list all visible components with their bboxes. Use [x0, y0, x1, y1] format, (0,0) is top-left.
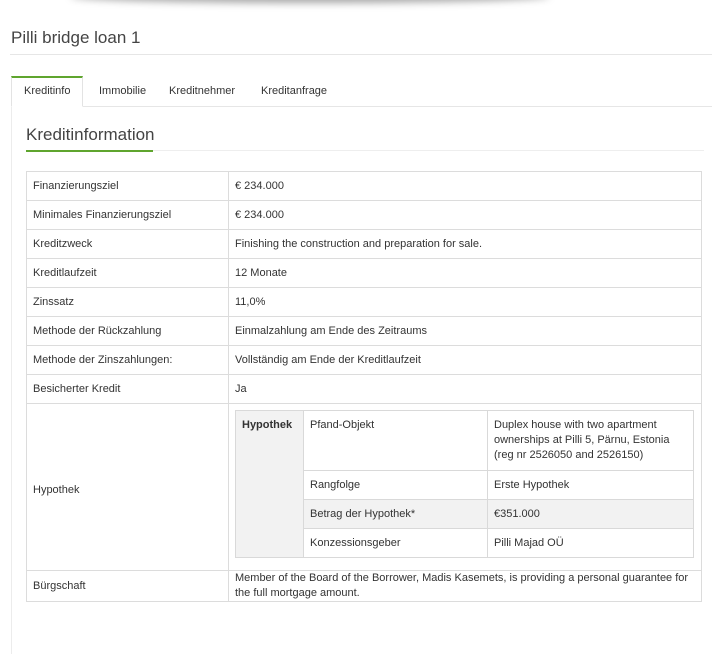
row-label: Besicherter Kredit	[26, 374, 229, 404]
table-row: Methode der Rückzahlung Einmalzahlung am…	[26, 316, 702, 346]
row-value: 11,0%	[228, 287, 702, 317]
hypothek-cell: Hypothek Pfand-Objekt Duplex house with …	[228, 403, 702, 571]
table-row: Kreditzweck Finishing the construction a…	[26, 229, 702, 259]
hypothek-value: €351.000	[487, 499, 694, 529]
hypothek-header: Hypothek	[235, 410, 304, 558]
row-value: Finishing the construction and preparati…	[228, 229, 702, 259]
row-value: Einmalzahlung am Ende des Zeitraums	[228, 316, 702, 346]
table-row: Zinssatz 11,0%	[26, 287, 702, 317]
hypothek-table: Hypothek Pfand-Objekt Duplex house with …	[235, 410, 694, 558]
row-label: Finanzierungsziel	[26, 171, 229, 201]
hypothek-value: Erste Hypothek	[487, 470, 694, 500]
credit-info-table: Finanzierungsziel € 234.000 Minimales Fi…	[26, 171, 702, 602]
row-label: Methode der Rückzahlung	[26, 316, 229, 346]
page-title: Pilli bridge loan 1	[11, 28, 141, 47]
table-row: Minimales Finanzierungsziel € 234.000	[26, 200, 702, 230]
tab-kreditnehmer[interactable]: Kreditnehmer	[157, 76, 247, 106]
row-value: Member of the Board of the Borrower, Mad…	[228, 570, 702, 602]
table-row: Methode der Zinszahlungen: Vollständig a…	[26, 345, 702, 375]
hypothek-row: Betrag der Hypothek* €351.000	[236, 499, 694, 529]
row-value: Ja	[228, 374, 702, 404]
tab-immobilie[interactable]: Immobilie	[87, 76, 158, 106]
hypothek-key: Konzessionsgeber	[303, 528, 488, 558]
tab-bar: Kreditinfo Immobilie Kreditnehmer Kredit…	[11, 76, 712, 107]
hypothek-key: Rangfolge	[303, 470, 488, 500]
tab-panel-kreditinfo: Kreditinformation Finanzierungsziel € 23…	[11, 107, 712, 654]
row-label: Minimales Finanzierungsziel	[26, 200, 229, 230]
hypothek-value: Pilli Majad OÜ	[487, 528, 694, 558]
section-title-underline	[26, 150, 153, 152]
row-label: Kreditzweck	[26, 229, 229, 259]
table-row: Kreditlaufzeit 12 Monate	[26, 258, 702, 288]
row-label: Bürgschaft	[26, 570, 229, 602]
section-divider	[153, 150, 704, 151]
row-label: Hypothek	[26, 403, 229, 571]
hypothek-value: Duplex house with two apartment ownershi…	[487, 410, 694, 471]
hypothek-key: Betrag der Hypothek*	[303, 499, 488, 529]
title-divider	[10, 54, 712, 55]
hypothek-key: Pfand-Objekt	[303, 410, 488, 471]
table-row: Finanzierungsziel € 234.000	[26, 171, 702, 201]
table-row-buergschaft: Bürgschaft Member of the Board of the Bo…	[26, 570, 702, 602]
table-row-hypothek: Hypothek Hypothek Pfand-Objekt Duplex ho…	[26, 403, 702, 571]
tab-kreditanfrage[interactable]: Kreditanfrage	[249, 76, 339, 106]
hypothek-row: Konzessionsgeber Pilli Majad OÜ	[236, 528, 694, 558]
row-label: Methode der Zinszahlungen:	[26, 345, 229, 375]
hypothek-row: Hypothek Pfand-Objekt Duplex house with …	[235, 410, 694, 558]
section-title: Kreditinformation	[26, 125, 155, 144]
row-label: Kreditlaufzeit	[26, 258, 229, 288]
hypothek-row: Rangfolge Erste Hypothek	[236, 470, 694, 500]
row-value: € 234.000	[228, 200, 702, 230]
table-row: Besicherter Kredit Ja	[26, 374, 702, 404]
row-value: € 234.000	[228, 171, 702, 201]
row-value: 12 Monate	[228, 258, 702, 288]
row-label: Zinssatz	[26, 287, 229, 317]
tab-kreditinfo[interactable]: Kreditinfo	[11, 76, 84, 107]
row-value: Vollständig am Ende der Kreditlaufzeit	[228, 345, 702, 375]
